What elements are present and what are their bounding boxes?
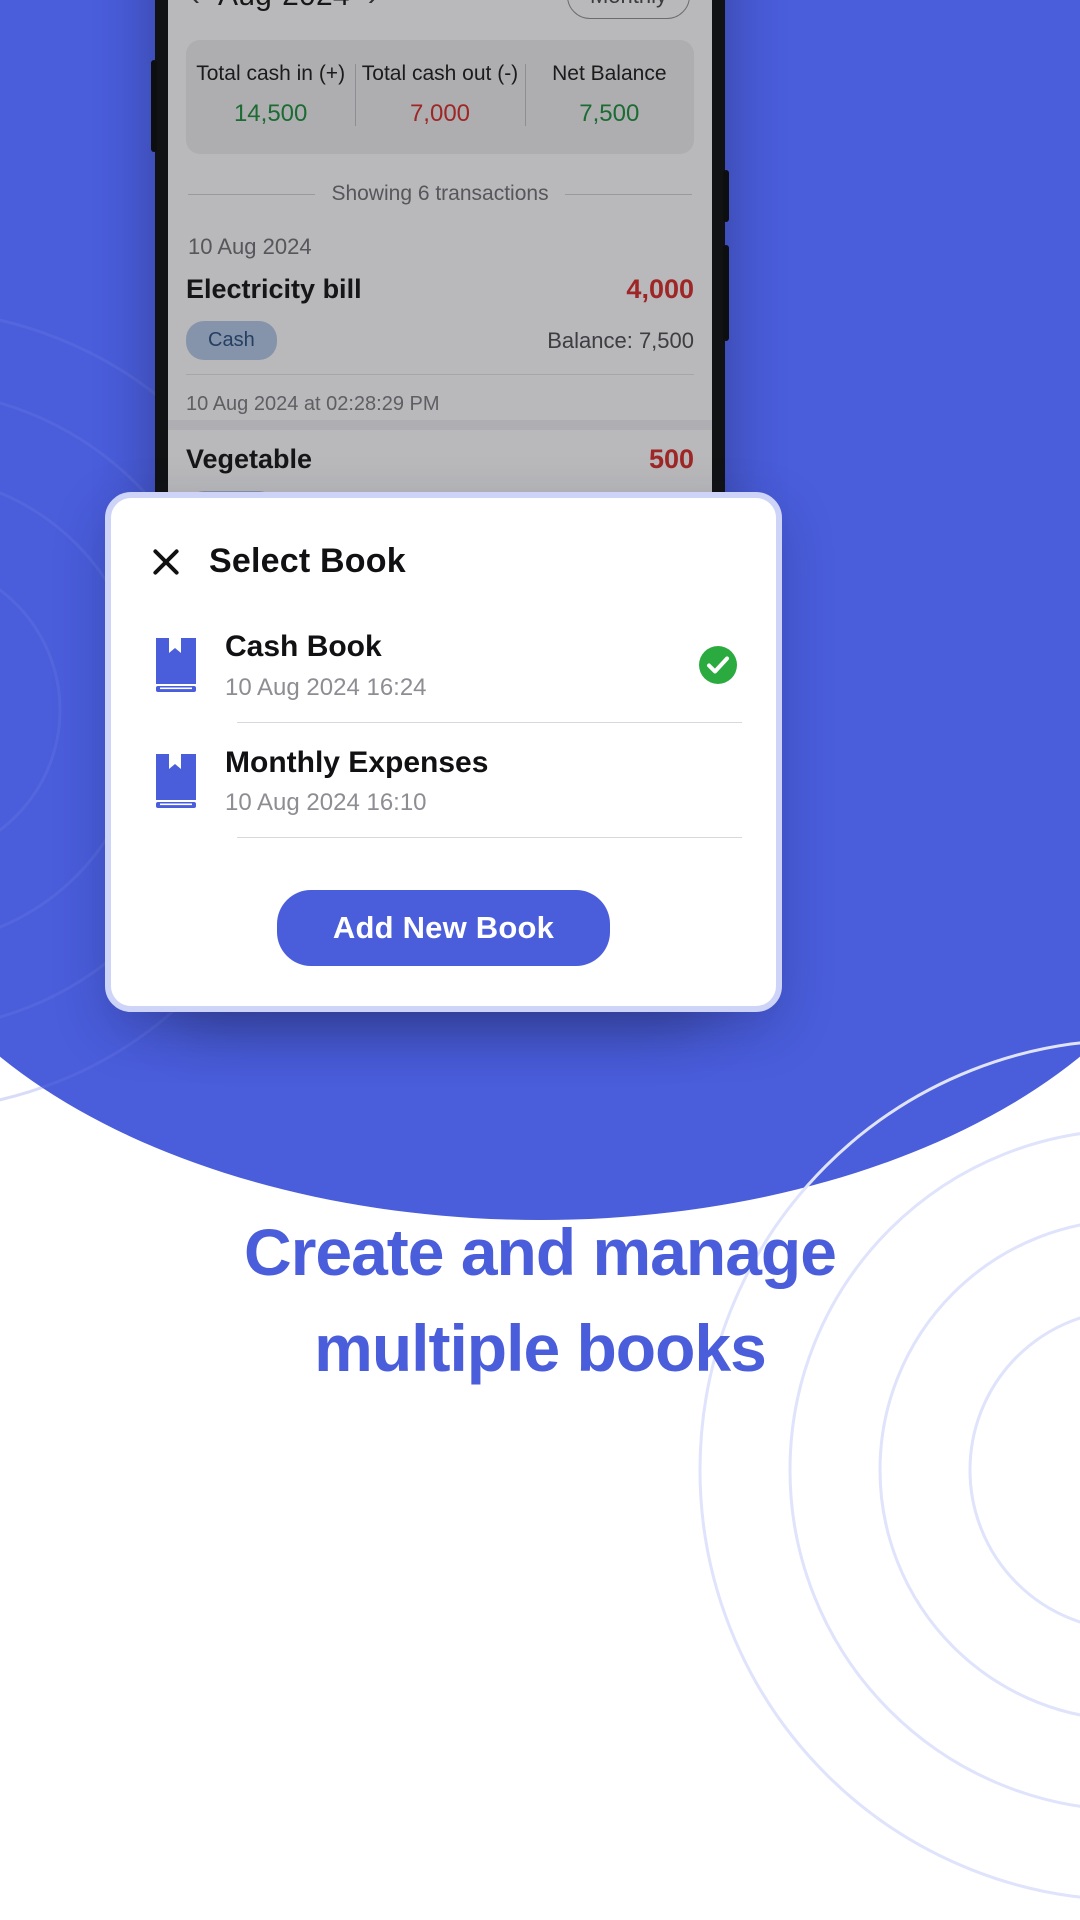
book-list-item[interactable]: Monthly Expenses 10 Aug 2024 16:10 bbox=[145, 723, 742, 838]
book-list-divider bbox=[237, 837, 742, 839]
select-book-dialog: Select Book Cash Book 10 Aug 2024 16:24 bbox=[105, 492, 782, 1013]
promo-headline-line-2: multiple books bbox=[314, 1310, 767, 1385]
book-icon bbox=[156, 638, 196, 693]
book-icon bbox=[156, 753, 196, 808]
book-text-block: Monthly Expenses 10 Aug 2024 16:10 bbox=[225, 745, 738, 818]
book-date: 10 Aug 2024 16:10 bbox=[225, 789, 427, 817]
dialog-header: Select Book bbox=[145, 530, 742, 581]
book-name: Monthly Expenses bbox=[225, 745, 489, 779]
book-list-item[interactable]: Cash Book 10 Aug 2024 16:24 bbox=[145, 607, 742, 722]
book-date: 10 Aug 2024 16:24 bbox=[225, 673, 427, 701]
book-text-block: Cash Book 10 Aug 2024 16:24 bbox=[225, 629, 672, 702]
phone-volume-button bbox=[151, 60, 157, 152]
book-list: Cash Book 10 Aug 2024 16:24 Monthly Expe… bbox=[145, 607, 742, 839]
phone-power-button bbox=[723, 170, 729, 222]
promo-headline-line-1: Create and manage bbox=[244, 1215, 837, 1289]
check-circle-icon bbox=[699, 646, 737, 685]
add-book-button-container: Add New Book bbox=[145, 890, 742, 967]
close-icon[interactable] bbox=[149, 545, 183, 579]
book-name: Cash Book bbox=[225, 630, 382, 663]
decorative-arcs-right bbox=[698, 1041, 1080, 1899]
dialog-title: Select Book bbox=[209, 542, 406, 580]
phone-side-button bbox=[723, 245, 729, 341]
add-new-book-button[interactable]: Add New Book bbox=[276, 890, 611, 967]
promo-headline: Create and manage multiple books bbox=[0, 1205, 1080, 1396]
